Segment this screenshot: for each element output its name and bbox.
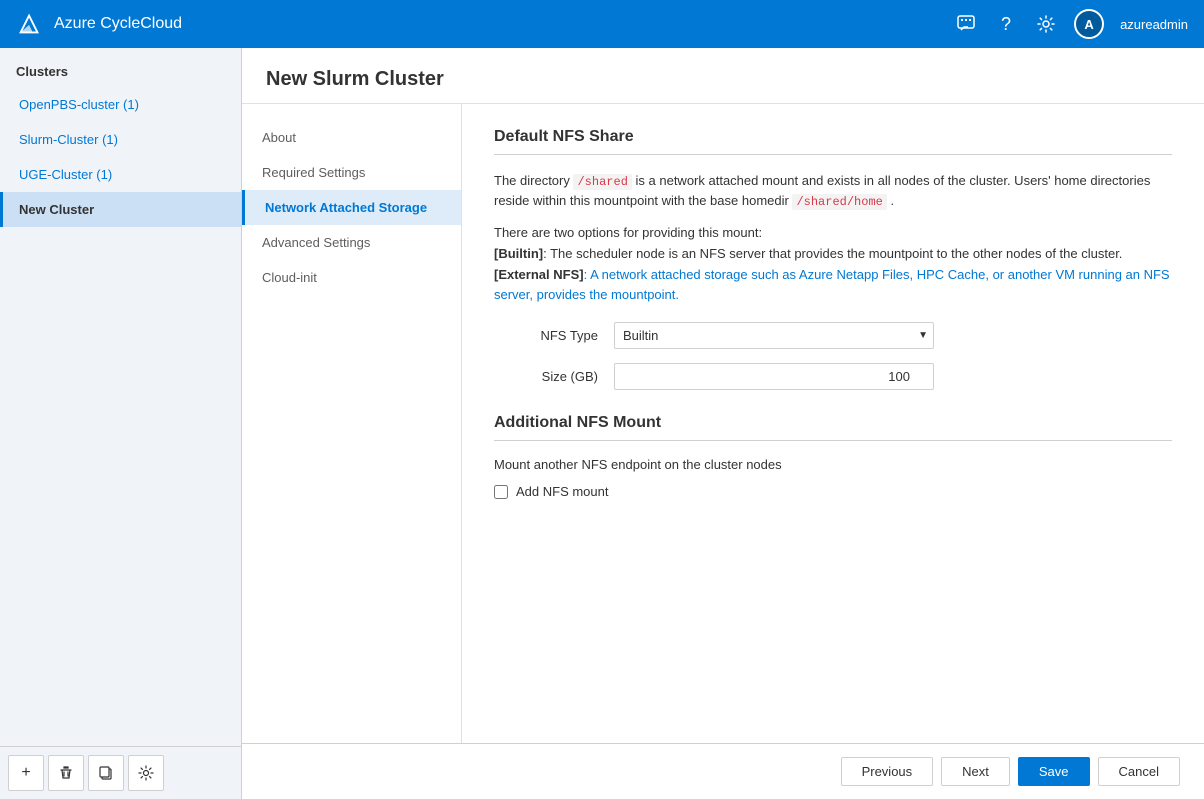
feedback-icon[interactable]: [954, 12, 978, 36]
app-logo: Azure CycleCloud: [16, 10, 182, 38]
nfs-type-label: NFS Type: [494, 328, 614, 343]
header-actions: ? A azureadmin: [954, 9, 1188, 39]
default-nfs-description: The directory /shared is a network attac…: [494, 171, 1172, 211]
cluster-settings-button[interactable]: [128, 755, 164, 791]
sidebar-item-slurm[interactable]: Slurm-Cluster (1): [0, 122, 241, 157]
nfs-type-select[interactable]: Builtin External NFS: [614, 322, 934, 349]
cancel-button[interactable]: Cancel: [1098, 757, 1180, 786]
nfs-size-input[interactable]: [614, 363, 934, 390]
nfs-type-input-wrapper: Builtin External NFS ▼: [614, 322, 934, 349]
add-nfs-mount-checkbox[interactable]: [494, 485, 508, 499]
avatar[interactable]: A: [1074, 9, 1104, 39]
azure-logo-icon: [16, 10, 44, 38]
delete-cluster-button[interactable]: [48, 755, 84, 791]
homedir-path-code: /shared/home: [792, 194, 886, 210]
add-cluster-button[interactable]: +: [8, 755, 44, 791]
sidebar: Clusters OpenPBS-cluster (1) Slurm-Clust…: [0, 48, 242, 799]
nfs-size-label: Size (GB): [494, 369, 614, 384]
save-button[interactable]: Save: [1018, 757, 1090, 786]
app-name: Azure CycleCloud: [54, 15, 182, 33]
next-button[interactable]: Next: [941, 757, 1010, 786]
sidebar-item-uge[interactable]: UGE-Cluster (1): [0, 157, 241, 192]
default-nfs-title: Default NFS Share: [494, 128, 1172, 146]
page-title: New Slurm Cluster: [266, 68, 1180, 91]
add-nfs-mount-label: Add NFS mount: [516, 484, 609, 499]
content-body: About Required Settings Network Attached…: [242, 104, 1204, 743]
wizard-nav-about[interactable]: About: [242, 120, 461, 155]
username: azureadmin: [1120, 17, 1188, 32]
settings-icon[interactable]: [1034, 12, 1058, 36]
main-layout: Clusters OpenPBS-cluster (1) Slurm-Clust…: [0, 48, 1204, 799]
header: Azure CycleCloud ? A azureadmin: [0, 0, 1204, 48]
wizard-nav-advanced[interactable]: Advanced Settings: [242, 225, 461, 260]
sidebar-item-openpbs[interactable]: OpenPBS-cluster (1): [0, 87, 241, 122]
sidebar-item-new-cluster[interactable]: New Cluster: [0, 192, 241, 227]
additional-nfs-description: Mount another NFS endpoint on the cluste…: [494, 457, 1172, 472]
help-icon[interactable]: ?: [994, 12, 1018, 36]
wizard-nav-cloud-init[interactable]: Cloud-init: [242, 260, 461, 295]
page-header: New Slurm Cluster: [242, 48, 1204, 104]
nfs-type-row: NFS Type Builtin External NFS ▼: [494, 322, 1172, 349]
nfs-type-select-wrapper: Builtin External NFS ▼: [614, 322, 934, 349]
nfs-size-row: Size (GB): [494, 363, 1172, 390]
sidebar-title: Clusters: [0, 48, 241, 87]
shared-path-code: /shared: [573, 174, 631, 190]
wizard-nav-nas[interactable]: Network Attached Storage: [242, 190, 461, 225]
form-content: Default NFS Share The directory /shared …: [462, 104, 1204, 743]
copy-cluster-button[interactable]: [88, 755, 124, 791]
content-area: New Slurm Cluster About Required Setting…: [242, 48, 1204, 799]
nfs-options-description: There are two options for providing this…: [494, 223, 1172, 306]
nfs-size-input-wrapper: [614, 363, 934, 390]
sidebar-toolbar: +: [0, 746, 241, 799]
footer: Previous Next Save Cancel: [242, 743, 1204, 799]
wizard-nav: About Required Settings Network Attached…: [242, 104, 462, 743]
add-nfs-mount-row: Add NFS mount: [494, 484, 1172, 499]
default-nfs-section: Default NFS Share The directory /shared …: [494, 128, 1172, 390]
wizard-nav-required[interactable]: Required Settings: [242, 155, 461, 190]
additional-nfs-title: Additional NFS Mount: [494, 414, 1172, 432]
additional-nfs-section: Additional NFS Mount Mount another NFS e…: [494, 414, 1172, 499]
previous-button[interactable]: Previous: [841, 757, 934, 786]
